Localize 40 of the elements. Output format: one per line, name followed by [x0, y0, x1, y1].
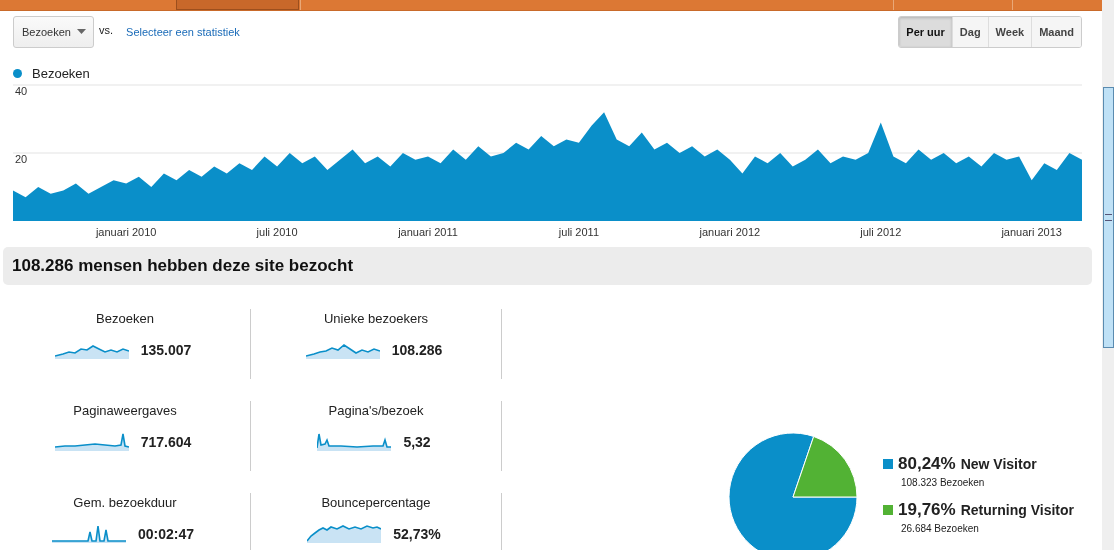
visit-count: 108.323 Bezoeken: [901, 477, 986, 488]
visitor-type-label: Returning Visitor: [960, 502, 1074, 518]
period-button[interactable]: Maand: [1031, 16, 1081, 47]
metric-value: 717.604: [140, 433, 192, 450]
visitor-percentage: 19,76%: [898, 500, 956, 520]
vertical-scrollbar[interactable]: [1102, 0, 1114, 550]
metric-value: 52,73%: [393, 525, 441, 542]
period-button[interactable]: Week: [987, 16, 1032, 47]
metric-dropdown[interactable]: Bezoeken: [13, 15, 94, 48]
metric-value: 108.286: [391, 341, 443, 358]
metric-value: 135.007: [140, 341, 192, 358]
x-axis-label: januari 2012: [699, 226, 761, 238]
metric-label: Bouncepercentage: [320, 495, 432, 510]
legend-label: Bezoeken: [32, 65, 90, 81]
visitor-type-label: New Visitor: [960, 456, 1037, 472]
navigation-tab[interactable]: [176, 0, 299, 10]
metric-value: 5,32: [403, 433, 431, 450]
caret-icon: [77, 29, 86, 34]
y-axis-label: 20: [15, 153, 28, 165]
x-axis-label: januari 2013: [1001, 226, 1062, 238]
x-axis-label: januari 2011: [398, 226, 458, 238]
metric-label: Gem. bezoekduur: [72, 495, 178, 510]
x-axis-label: juli 2010: [256, 226, 298, 238]
metric-label: Pagina's/bezoek: [327, 403, 425, 418]
metric-label: Paginaweergaves: [72, 403, 178, 418]
x-axis-label: juli 2011: [558, 226, 600, 238]
summary-heading: 108.286 mensen hebben deze site bezocht: [12, 256, 354, 276]
select-metric-link[interactable]: Selecteer een statistiek: [126, 25, 240, 38]
visitor-percentage: 80,24%: [898, 454, 956, 474]
scrollbar-thumb[interactable]: [1103, 87, 1114, 348]
period-button[interactable]: Per uur: [899, 16, 952, 47]
visit-count: 26.684 Bezoeken: [901, 523, 980, 534]
metric-value: 00:02:47: [137, 525, 194, 542]
vs-label: vs.: [99, 23, 114, 36]
period-button[interactable]: Dag: [951, 16, 988, 47]
metric-label: Unieke bezoekers: [322, 311, 430, 326]
x-axis-label: juli 2012: [860, 226, 902, 238]
x-axis-label: januari 2010: [95, 226, 157, 238]
y-axis-label: 40: [15, 85, 28, 97]
metric-label: Bezoeken: [95, 311, 155, 326]
